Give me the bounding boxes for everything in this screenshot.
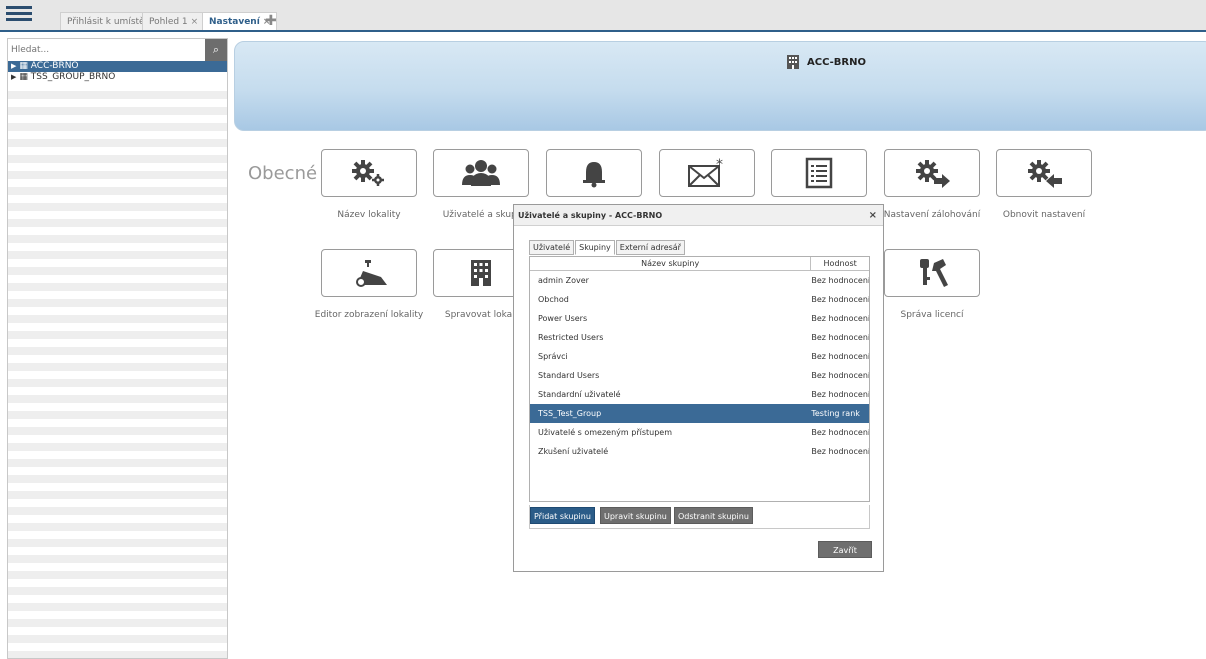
tile-users-groups[interactable] <box>433 149 529 197</box>
table-row[interactable]: Restricted Users Bez hodnocení <box>530 328 869 347</box>
group-name-cell: Zkušení uživatelé <box>538 447 609 456</box>
users-groups-dialog: Uživatelé a skupiny - ACC-BRNO × Uživate… <box>513 204 884 572</box>
keys-icon <box>920 259 948 287</box>
section-title: Obecné <box>248 163 318 184</box>
tab-external-directory[interactable]: Externí adresář <box>615 240 685 255</box>
remove-group-button[interactable]: Odstranit skupinu <box>674 507 753 524</box>
mail-icon: * <box>688 157 723 187</box>
add-group-button[interactable]: Přidat skupinu <box>530 507 595 524</box>
tile-label: Editor zobrazení lokality <box>314 310 424 320</box>
tile-label: Správa licencí <box>900 310 964 320</box>
group-rank-cell: Bez hodnocení <box>811 371 869 380</box>
tree-item-label: ACC-BRNO <box>30 61 79 71</box>
group-rank-cell: Testing rank <box>811 409 860 418</box>
tile-label: Název lokality <box>337 210 401 220</box>
groups-table: Název skupiny Hodnost admin Zover Bez hod… <box>529 256 870 502</box>
column-header-group-name[interactable]: Název skupiny <box>530 257 812 270</box>
table-row[interactable]: admin Zover Bez hodnocení <box>530 271 869 290</box>
tile-label: Nastavení zálohování <box>883 210 981 220</box>
group-rank-cell: Bez hodnocení <box>811 295 869 304</box>
group-rank-cell: Bez hodnocení <box>811 390 869 399</box>
group-rank-cell: Bez hodnocení <box>811 447 869 456</box>
tab-label: Nastavení <box>209 17 260 27</box>
add-tab-icon[interactable]: ✚ <box>265 13 277 29</box>
tile-log[interactable] <box>771 149 867 197</box>
close-dialog-button[interactable]: Zavřít <box>818 541 872 558</box>
tree-item-label: TSS_GROUP_BRNO <box>30 72 116 82</box>
hamburger-menu-icon[interactable] <box>6 6 32 26</box>
list-icon <box>805 157 833 189</box>
group-name-cell: Standard Users <box>538 371 600 380</box>
tab-users[interactable]: Uživatelé <box>529 240 575 255</box>
gears-icon <box>352 160 384 186</box>
tile-view-editor[interactable] <box>321 249 417 297</box>
group-rank-cell: Bez hodnocení <box>811 428 869 437</box>
group-name-cell: Power Users <box>538 314 588 323</box>
group-rank-cell: Bez hodnocení <box>811 333 869 342</box>
table-row[interactable]: Správci Bez hodnocení <box>530 347 869 366</box>
banner-title: ACC-BRNO <box>785 54 866 70</box>
tile-restore-settings[interactable] <box>996 149 1092 197</box>
table-row[interactable]: Power Users Bez hodnocení <box>530 309 869 328</box>
building-icon <box>471 260 491 286</box>
tree-item-tss-group-brno[interactable]: ▶ ▦ TSS_GROUP_BRNO <box>8 72 227 83</box>
edit-group-button[interactable]: Upravit skupinu <box>600 507 671 524</box>
svg-text:*: * <box>716 157 723 173</box>
group-rank-cell: Bez hodnocení <box>811 276 869 285</box>
group-name-cell: TSS_Test_Group <box>538 409 602 418</box>
gear-export-icon <box>916 160 950 188</box>
tab-close-icon[interactable]: × <box>191 17 199 27</box>
table-row[interactable]: Obchod Bez hodnocení <box>530 290 869 309</box>
tree-item-acc-brno[interactable]: ▶ ▦ ACC-BRNO <box>8 61 227 72</box>
tab-groups[interactable]: Skupiny <box>575 240 615 255</box>
camera-icon <box>356 260 387 287</box>
tab-label: Přihlásit k umístění <box>67 17 153 27</box>
table-row-selected[interactable]: TSS_Test_Group Testing rank <box>530 404 869 423</box>
tab-view1[interactable]: Pohled 1 × <box>142 12 206 30</box>
group-name-cell: admin Zover <box>538 276 589 285</box>
search-icon[interactable]: ⌕ <box>205 39 227 61</box>
sidebar: ⌕ ▶▦ ACC-BRNO ▶▦ TSS_GROUP_BRNO <box>7 38 228 659</box>
dialog-tabs: Uživatelé Skupiny Externí adresář <box>529 240 685 255</box>
tile-alarms[interactable] <box>546 149 642 197</box>
tile-backup-settings[interactable] <box>884 149 980 197</box>
tab-label: Pohled 1 <box>149 17 188 27</box>
expand-caret-icon[interactable]: ▶ <box>11 62 16 70</box>
table-row[interactable]: Standardní uživatelé Bez hodnocení <box>530 385 869 404</box>
tile-label: Obnovit nastavení <box>1002 210 1086 220</box>
table-header: Název skupiny Hodnost <box>530 257 869 271</box>
users-icon <box>462 160 500 186</box>
dialog-title-bar[interactable]: Uživatelé a skupiny - ACC-BRNO × <box>514 205 883 226</box>
banner-title-text: ACC-BRNO <box>807 56 866 68</box>
building-icon: ▦ <box>19 72 28 82</box>
group-rank-cell: Bez hodnocení <box>811 352 869 361</box>
table-row[interactable]: Uživatelé s omezeným přístupem Bez hodnoc… <box>530 423 869 442</box>
group-rank-cell: Bez hodnocení <box>811 314 869 323</box>
tile-site-name[interactable] <box>321 149 417 197</box>
search-input[interactable] <box>8 39 227 61</box>
column-header-rank[interactable]: Hodnost <box>811 257 869 270</box>
table-row[interactable]: Standard Users Bez hodnocení <box>530 366 869 385</box>
building-icon: ▦ <box>19 61 28 71</box>
search-box: ⌕ <box>8 39 227 61</box>
gear-import-icon <box>1028 160 1062 188</box>
group-name-cell: Obchod <box>538 295 569 304</box>
close-icon[interactable]: × <box>869 205 877 226</box>
group-name-cell: Uživatelé s omezeným přístupem <box>538 428 672 437</box>
dialog-title: Uživatelé a skupiny - ACC-BRNO <box>518 211 663 220</box>
table-row[interactable]: Zkušení uživatelé Bez hodnocení <box>530 442 869 461</box>
expand-caret-icon[interactable]: ▶ <box>11 73 16 81</box>
tab-bar: Přihlásit k umístění × Pohled 1× Nastaven… <box>0 0 1206 32</box>
tree-empty-area <box>8 83 227 658</box>
group-name-cell: Restricted Users <box>538 333 604 342</box>
building-icon <box>787 55 799 69</box>
location-banner: ACC-BRNO <box>234 41 1206 131</box>
bell-icon <box>583 162 605 188</box>
group-name-cell: Standardní uživatelé <box>538 390 621 399</box>
tile-license-management[interactable] <box>884 249 980 297</box>
tile-email[interactable]: * <box>659 149 755 197</box>
group-name-cell: Správci <box>538 352 568 361</box>
